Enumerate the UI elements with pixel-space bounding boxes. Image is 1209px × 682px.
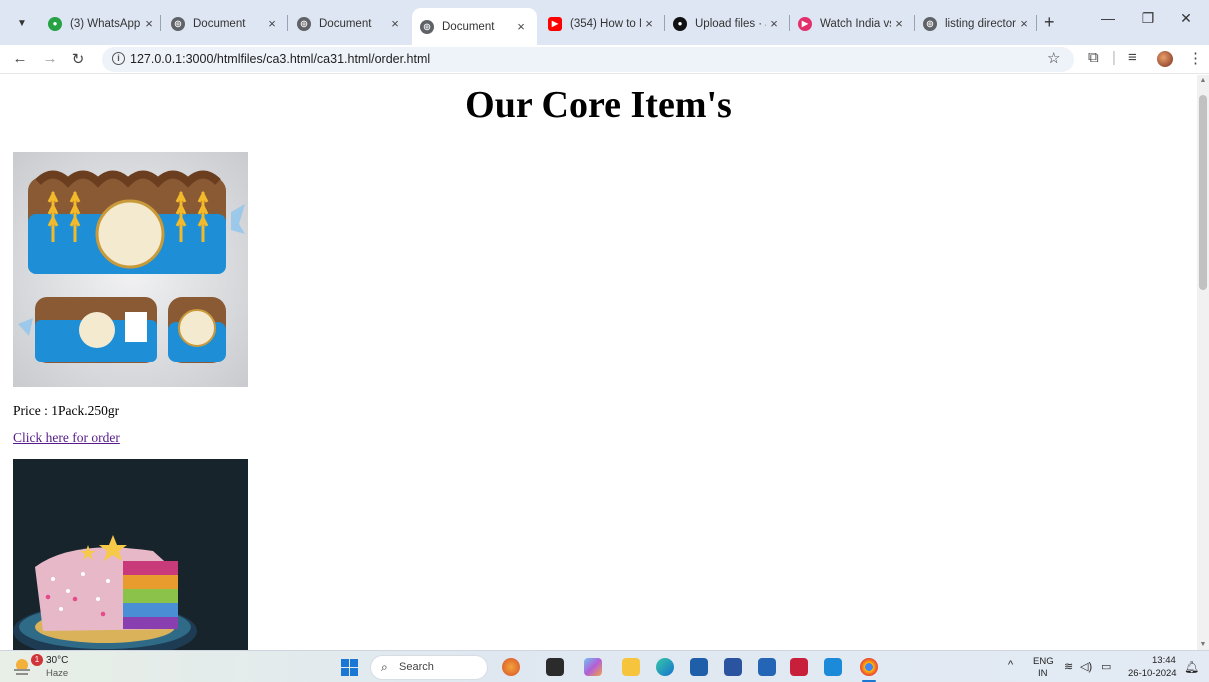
tab-close-icon[interactable]: × [641, 16, 657, 31]
back-arrow-icon[interactable]: ← [10, 50, 30, 67]
tab-divider [1036, 15, 1037, 31]
vscode-icon[interactable] [824, 658, 842, 676]
reload-icon[interactable]: ↻ [68, 50, 88, 68]
globe-icon: ◎ [171, 16, 185, 31]
url-text[interactable]: 127.0.0.1:3000/htmlfiles/ca3.html/ca31.h… [130, 52, 430, 66]
notification-bell-icon[interactable]: 🔔︎ [1184, 660, 1199, 674]
globe-icon: ◎ [923, 16, 937, 31]
reading-list-icon[interactable]: ≡ [1128, 49, 1137, 66]
bookmark-star-icon[interactable]: ☆ [1047, 49, 1060, 67]
windows-start-icon[interactable] [341, 659, 358, 676]
diabetic-bread-image [13, 152, 248, 387]
tab-close-icon[interactable]: × [766, 16, 782, 31]
tab-close-icon[interactable]: × [141, 16, 157, 31]
tab-hotstar[interactable]: ▶ Watch India vs N × [790, 10, 915, 37]
store-icon[interactable] [690, 658, 708, 676]
menu-kebab-icon[interactable]: ⋮ [1188, 49, 1203, 67]
tab-whatsapp[interactable]: ● (3) WhatsApp × [40, 10, 165, 37]
minimize-icon[interactable]: — [1088, 10, 1128, 26]
scrollbar-thumb[interactable] [1199, 95, 1207, 290]
whatsapp-icon: ● [48, 16, 62, 31]
tab-close-icon[interactable]: × [264, 16, 280, 31]
tab-close-icon[interactable]: × [387, 16, 403, 31]
tab-listing-directory[interactable]: ◎ listing directory × [915, 10, 1040, 37]
edge-icon[interactable] [656, 658, 674, 676]
tab-document-1[interactable]: ◎ Document × [163, 10, 288, 37]
battery-icon[interactable]: ▭ [1101, 660, 1111, 673]
language-indicator-top[interactable]: ENG [1033, 656, 1054, 667]
tray-overflow-chevron-icon[interactable]: ^ [1008, 659, 1013, 671]
search-icon: ⌕ [381, 660, 388, 674]
globe-icon: ◎ [420, 19, 434, 34]
copilot-icon[interactable] [584, 658, 602, 676]
tab-close-icon[interactable]: × [891, 16, 907, 31]
tab-divider [160, 15, 161, 31]
search-placeholder: Search [399, 661, 434, 673]
site-info-icon[interactable]: i [112, 52, 125, 65]
restore-icon[interactable]: ❐ [1128, 10, 1168, 27]
clock-time[interactable]: 13:44 [1152, 655, 1176, 666]
rainbow-cake-image [13, 459, 248, 650]
chrome-icon[interactable] [860, 658, 878, 676]
page-scrollbar[interactable]: ▲ ▼ [1197, 75, 1209, 650]
item-price: Price : 1Pack.250gr [13, 403, 120, 418]
hotstar-icon: ▶ [798, 16, 812, 31]
tab-github[interactable]: ● Upload files · Ja × [665, 10, 790, 37]
tab-youtube[interactable]: ▶ (354) How to Ma × [540, 10, 665, 37]
tab-divider [287, 15, 288, 31]
mcafee-icon[interactable] [790, 658, 808, 676]
tab-search-chevron-icon[interactable]: ▼ [11, 12, 33, 34]
order-link[interactable]: Click here for order [13, 430, 120, 446]
weather-temperature[interactable]: 30°C [46, 655, 68, 666]
language-indicator-bottom[interactable]: IN [1038, 668, 1048, 679]
github-icon: ● [673, 16, 687, 31]
scroll-up-arrow-icon[interactable]: ▲ [1197, 77, 1209, 84]
clock-date[interactable]: 26-10-2024 [1128, 668, 1177, 679]
extensions-icon[interactable]: ⧉ [1088, 49, 1099, 66]
forward-arrow-icon[interactable]: → [40, 50, 60, 67]
youtube-icon: ▶ [548, 16, 562, 31]
volume-icon[interactable]: ◁) [1080, 660, 1092, 673]
window-close-icon[interactable]: ✕ [1166, 10, 1206, 27]
scroll-down-arrow-icon[interactable]: ▼ [1197, 641, 1209, 648]
widgets-fruit-icon[interactable] [502, 658, 520, 676]
toolbar-divider: | [1112, 49, 1116, 66]
browser-toolbar: ← → ↻ i 127.0.0.1:3000/htmlfiles/ca3.htm… [0, 45, 1209, 74]
weather-notification-badge: 1 [31, 654, 43, 666]
l-app-icon[interactable] [724, 658, 742, 676]
tab-strip: ▼ ● (3) WhatsApp × ◎ Document × ◎ Docume… [0, 0, 1209, 45]
windows-taskbar: 1 30°C Haze ⌕ Search ^ ENG IN ≋ ◁) ▭ 13:… [0, 650, 1209, 682]
new-tab-button[interactable]: + [1044, 12, 1055, 33]
page-content: Our Core Item's Price: 1Pack.250gr Clic… [0, 75, 1197, 650]
taskbar-search-box[interactable]: ⌕ Search [370, 655, 488, 680]
file-explorer-icon[interactable] [622, 658, 640, 676]
page-title: Our Core Item's [465, 84, 732, 126]
weather-description[interactable]: Haze [46, 668, 68, 679]
task-view-icon[interactable] [546, 658, 564, 676]
globe-icon: ◎ [297, 16, 311, 31]
tab-close-icon[interactable]: × [1016, 16, 1032, 31]
whiteboard-icon[interactable] [758, 658, 776, 676]
wifi-icon[interactable]: ≋ [1064, 660, 1073, 673]
weather-haze-icon[interactable] [11, 656, 33, 678]
address-bar[interactable]: i 127.0.0.1:3000/htmlfiles/ca3.html/ca31… [102, 47, 1074, 72]
profile-avatar[interactable] [1157, 51, 1173, 67]
tab-document-2[interactable]: ◎ Document × [289, 10, 411, 37]
tab-close-icon[interactable]: × [513, 19, 529, 34]
tab-document-active[interactable]: ◎ Document × [412, 8, 537, 45]
